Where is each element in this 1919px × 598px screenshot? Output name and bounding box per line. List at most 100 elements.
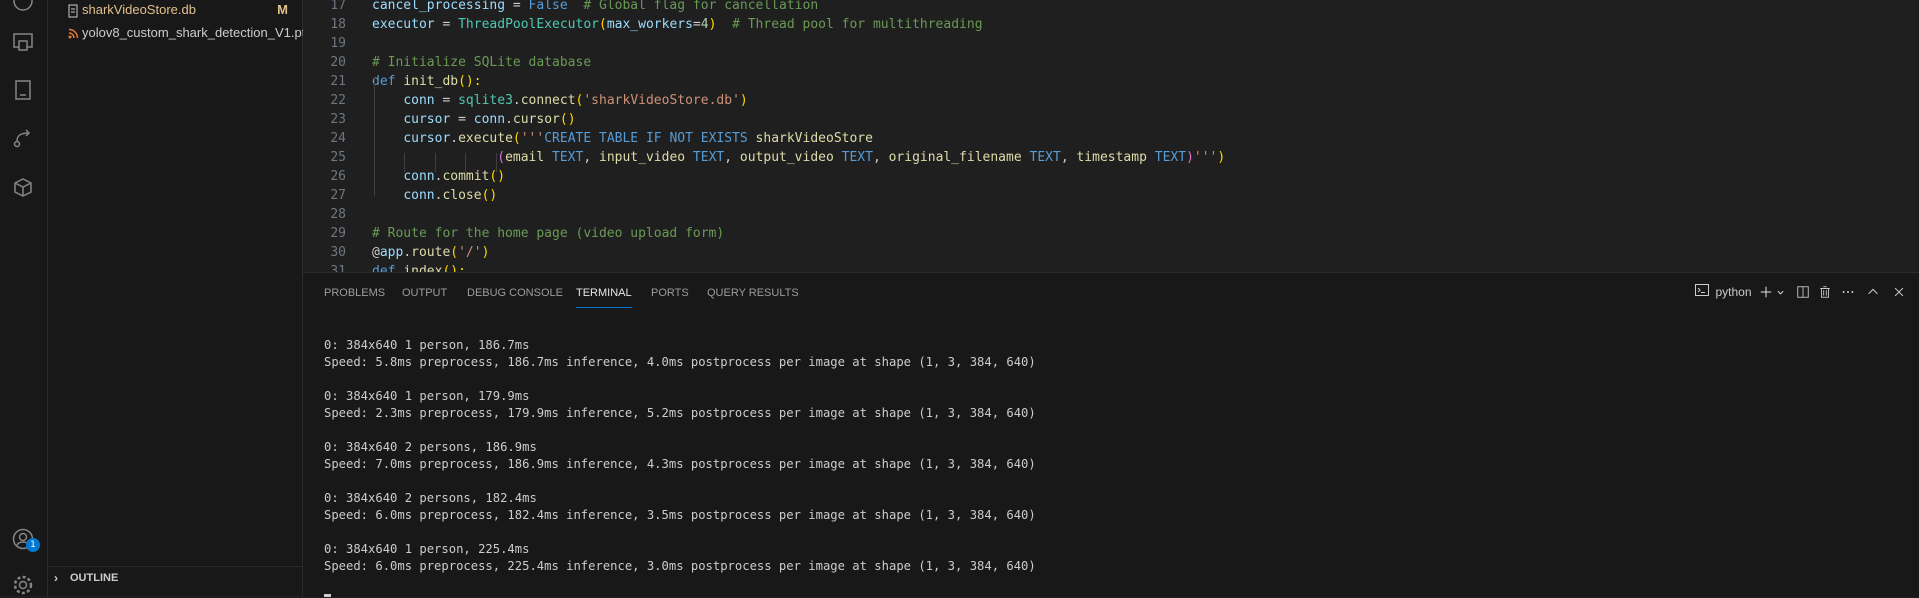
file-name: sharkVideoStore.db <box>82 2 196 17</box>
code-text: # Route for the home page (video upload … <box>372 224 724 243</box>
code-text: (email TEXT, input_video TEXT, output_vi… <box>372 148 1225 167</box>
code-token: conn <box>403 169 435 184</box>
code-text: conn.commit() <box>372 167 505 186</box>
code-token: output_video <box>739 150 834 165</box>
terminal-selector[interactable]: python <box>1690 281 1756 303</box>
remote-explorer-icon[interactable] <box>10 29 36 55</box>
indent-guide <box>374 77 375 196</box>
indent-guide <box>404 153 405 172</box>
code-token: @ <box>372 245 380 260</box>
code-token: TEXT <box>692 150 725 165</box>
line-number: 29 <box>330 226 346 241</box>
terminal-line: 0: 384x640 1 person, 225.4ms <box>324 542 530 556</box>
code-token: (): <box>458 74 482 89</box>
code-line: 30 @app.route('/') <box>303 243 1903 262</box>
code-token: ( <box>512 131 521 146</box>
activity-bar: 1 <box>0 0 48 596</box>
code-text: conn = sqlite3.connect('sharkVideoStore.… <box>372 91 748 110</box>
code-token: cursor <box>403 112 451 127</box>
code-token: input_video <box>599 150 686 165</box>
code-token: def <box>372 74 396 89</box>
tab-debug-console[interactable]: DEBUG CONSOLE <box>467 283 563 307</box>
explorer-sidebar: sharkVideoStore.db M yolov8_custom_shark… <box>48 0 305 596</box>
code-text: conn.close() <box>372 186 497 205</box>
code-text: cancel_processing = False # Global flag … <box>372 0 818 15</box>
code-token: # Thread pool for multithreading <box>732 17 983 32</box>
tab-query-results[interactable]: QUERY RESULTS <box>707 283 799 307</box>
terminal-line: Speed: 2.3ms preprocess, 179.9ms inferen… <box>324 406 1036 420</box>
code-token: # Initialize SQLite database <box>372 55 592 70</box>
code-token: () <box>489 169 506 184</box>
code-token: conn <box>403 93 435 108</box>
terminal-output[interactable]: 0: 384x640 1 person, 186.7ms Speed: 5.8ms… <box>324 337 1036 575</box>
source-control-flow-icon[interactable] <box>10 126 36 152</box>
code-text: # Initialize SQLite database <box>372 53 591 72</box>
terminal-line: Speed: 5.8ms preprocess, 186.7ms inferen… <box>324 355 1036 369</box>
code-line: 17 cancel_processing = False # Global fla… <box>303 0 1903 15</box>
code-token: timestamp <box>1076 150 1147 165</box>
git-modified-badge: M <box>277 2 288 17</box>
code-line: 28 <box>303 205 1903 224</box>
code-token: , <box>872 150 889 165</box>
code-text: @app.route('/') <box>372 243 489 262</box>
code-text: executor = ThreadPoolExecutor(max_worker… <box>372 15 983 34</box>
terminal-line: 0: 384x640 1 person, 179.9ms <box>324 389 530 403</box>
terminal-line: 0: 384x640 1 person, 186.7ms <box>324 338 530 352</box>
code-line: 26 conn.commit() <box>303 167 1903 186</box>
line-number: 17 <box>330 0 346 13</box>
indent-guide <box>465 153 466 172</box>
code-token: 4 <box>700 17 709 32</box>
code-token: sharkVideoStore <box>755 131 873 146</box>
code-line: 25 (email TEXT, input_video TEXT, output… <box>303 148 1903 167</box>
code-token: ( <box>599 17 607 32</box>
line-number: 25 <box>330 150 346 165</box>
code-token: '/' <box>458 245 482 260</box>
code-text: cursor.execute('''CREATE TABLE IF NOT EX… <box>372 129 873 148</box>
terminal-line: 0: 384x640 2 persons, 182.4ms <box>324 491 537 505</box>
tab-terminal[interactable]: TERMINAL <box>576 283 632 308</box>
code-token: . <box>505 112 513 127</box>
close-panel-icon[interactable] <box>1890 281 1908 303</box>
code-token: TEXT <box>1154 150 1187 165</box>
add-terminal-icon[interactable] <box>1758 281 1774 303</box>
tab-output[interactable]: OUTPUT <box>402 283 447 307</box>
code-line: 27 conn.close() <box>303 186 1903 205</box>
code-token: = <box>434 17 459 32</box>
book-icon[interactable] <box>10 77 36 103</box>
line-number: 28 <box>330 207 346 222</box>
more-actions-icon[interactable] <box>1839 281 1857 303</box>
code-token: ''' <box>520 131 545 146</box>
code-token: 'sharkVideoStore.db' <box>583 93 740 108</box>
outline-section-header[interactable]: › OUTLINE <box>48 566 302 589</box>
launch-profile-chevron-icon[interactable] <box>1774 281 1786 303</box>
code-token: ) <box>739 93 748 108</box>
code-editor[interactable]: 17 cancel_processing = False # Global fla… <box>303 0 1919 272</box>
code-token: False <box>528 0 568 13</box>
trash-icon[interactable] <box>1816 281 1834 303</box>
settings-gear-icon[interactable] <box>10 572 36 598</box>
code-line: 23 cursor = conn.cursor() <box>303 110 1903 129</box>
tab-problems[interactable]: PROBLEMS <box>324 283 385 307</box>
code-token: max_workers <box>606 17 693 32</box>
code-line: 20 # Initialize SQLite database <box>303 53 1903 72</box>
chevron-right-icon: › <box>54 571 58 585</box>
file-item-db[interactable]: sharkVideoStore.db M <box>48 0 302 21</box>
code-token: = <box>450 112 474 127</box>
accounts-icon[interactable] <box>10 0 36 14</box>
file-item-model[interactable]: yolov8_custom_shark_detection_V1.pt <box>48 22 305 44</box>
split-terminal-icon[interactable] <box>1794 281 1812 303</box>
code-token: app <box>379 245 404 260</box>
tab-ports[interactable]: PORTS <box>651 283 689 307</box>
code-token: cancel_processing <box>372 0 506 13</box>
extensions-box-icon[interactable] <box>10 174 36 200</box>
code-token: ThreadPoolExecutor <box>458 17 599 32</box>
maximize-panel-icon[interactable] <box>1864 281 1882 303</box>
code-token: conn <box>473 112 506 127</box>
code-text: cursor = conn.cursor() <box>372 110 575 129</box>
